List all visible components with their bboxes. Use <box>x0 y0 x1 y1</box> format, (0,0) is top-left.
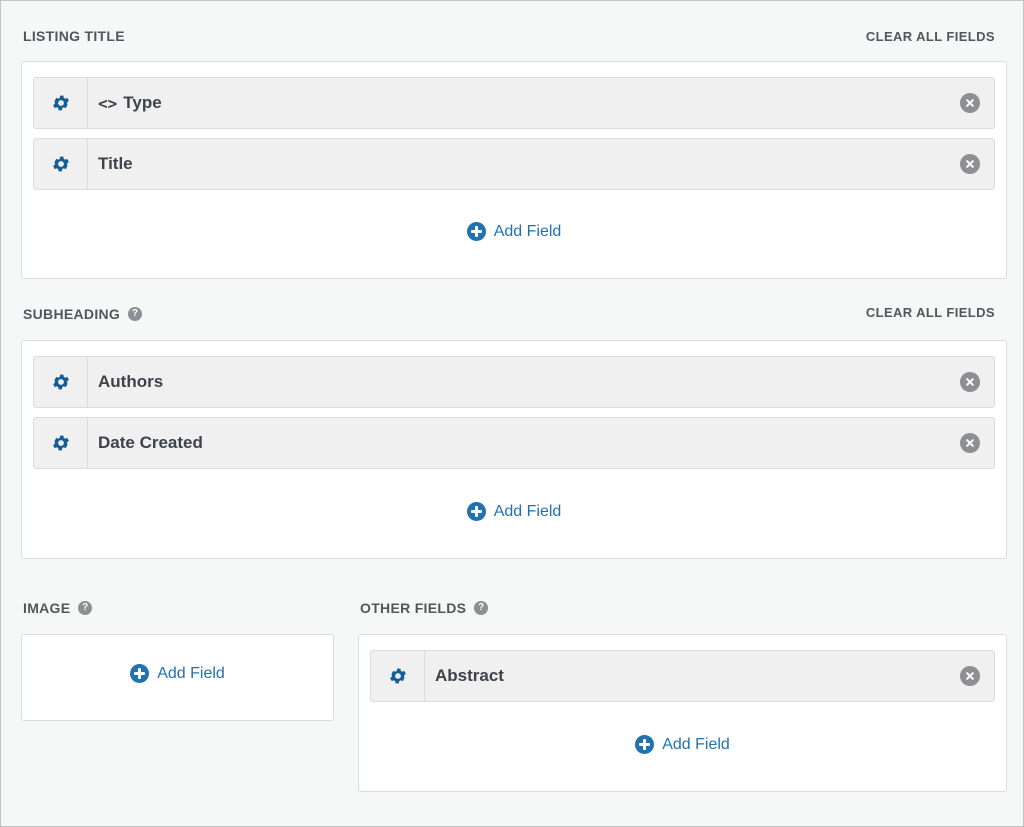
add-field-label: Add Field <box>493 222 562 240</box>
remove-field-icon[interactable] <box>960 372 980 392</box>
layout-editor: LISTING TITLE CLEAR ALL FIELDS <> Type T… <box>0 0 1024 827</box>
gear-icon <box>52 156 69 172</box>
other-fields-label: OTHER FIELDS ? <box>360 600 489 616</box>
add-field-label: Add Field <box>157 664 225 682</box>
gear-icon <box>52 435 69 451</box>
field-row-date-created[interactable]: Date Created <box>33 417 995 469</box>
field-settings-button[interactable] <box>34 418 88 468</box>
field-label: Authors <box>88 372 960 392</box>
gear-icon <box>52 374 69 390</box>
remove-field-icon[interactable] <box>960 666 980 686</box>
field-name: Abstract <box>435 666 504 685</box>
field-name: Date Created <box>98 433 203 452</box>
listing-title-label: LISTING TITLE <box>23 28 125 44</box>
question-icon[interactable]: ? <box>474 601 489 615</box>
add-field-button[interactable]: Add Field <box>635 735 730 754</box>
add-field-label: Add Field <box>662 735 730 753</box>
field-name: Authors <box>98 372 164 391</box>
plus-circle-icon <box>466 502 486 521</box>
question-icon[interactable]: ? <box>78 601 93 615</box>
field-row-abstract[interactable]: Abstract <box>370 650 995 702</box>
field-settings-button[interactable] <box>34 357 88 407</box>
field-label: Date Created <box>88 433 960 453</box>
field-row-type[interactable]: <> Type <box>33 77 995 129</box>
add-field-button[interactable]: Add Field <box>466 502 562 521</box>
other-fields-dropzone: Abstract Add Field <box>358 634 1007 792</box>
image-heading: IMAGE <box>23 600 71 616</box>
field-settings-button[interactable] <box>34 78 88 128</box>
field-settings-button[interactable] <box>34 139 88 189</box>
field-settings-button[interactable] <box>371 651 425 701</box>
add-field-label: Add Field <box>493 502 562 520</box>
gear-icon <box>52 95 69 111</box>
subheading-heading: SUBHEADING <box>23 306 121 322</box>
image-label: IMAGE ? <box>23 600 93 616</box>
subheading-clear-all-button[interactable]: CLEAR ALL FIELDS <box>866 305 995 320</box>
remove-field-icon[interactable] <box>960 433 980 453</box>
add-field-button[interactable]: Add Field <box>466 222 562 241</box>
add-field-row: Add Field <box>22 502 1006 521</box>
field-row-authors[interactable]: Authors <box>33 356 995 408</box>
field-row-title[interactable]: Title <box>33 138 995 190</box>
remove-field-icon[interactable] <box>960 93 980 113</box>
add-field-row: Add Field <box>359 735 1006 754</box>
plus-circle-icon <box>130 664 150 683</box>
other-fields-heading: OTHER FIELDS <box>360 600 467 616</box>
add-field-row: Add Field <box>22 222 1006 241</box>
field-name: Title <box>98 154 133 173</box>
listing-title-heading: LISTING TITLE <box>23 28 125 44</box>
field-label: <> Type <box>88 93 960 113</box>
add-field-row: Add Field <box>22 664 333 683</box>
listing-title-dropzone: <> Type Title Add Field <box>21 61 1007 279</box>
field-label: Title <box>88 154 960 174</box>
code-icon: <> <box>98 93 118 113</box>
field-label: Abstract <box>425 666 960 686</box>
subheading-label: SUBHEADING ? <box>23 306 143 322</box>
remove-field-icon[interactable] <box>960 154 980 174</box>
subheading-dropzone: Authors Date Created Add Field <box>21 340 1007 559</box>
plus-circle-icon <box>466 222 486 241</box>
listing-title-clear-all-button[interactable]: CLEAR ALL FIELDS <box>866 29 995 44</box>
plus-circle-icon <box>635 735 655 754</box>
question-icon[interactable]: ? <box>128 307 143 321</box>
add-field-button[interactable]: Add Field <box>130 664 225 683</box>
gear-icon <box>389 668 406 684</box>
image-dropzone: Add Field <box>21 634 334 721</box>
field-name: Type <box>123 93 162 112</box>
